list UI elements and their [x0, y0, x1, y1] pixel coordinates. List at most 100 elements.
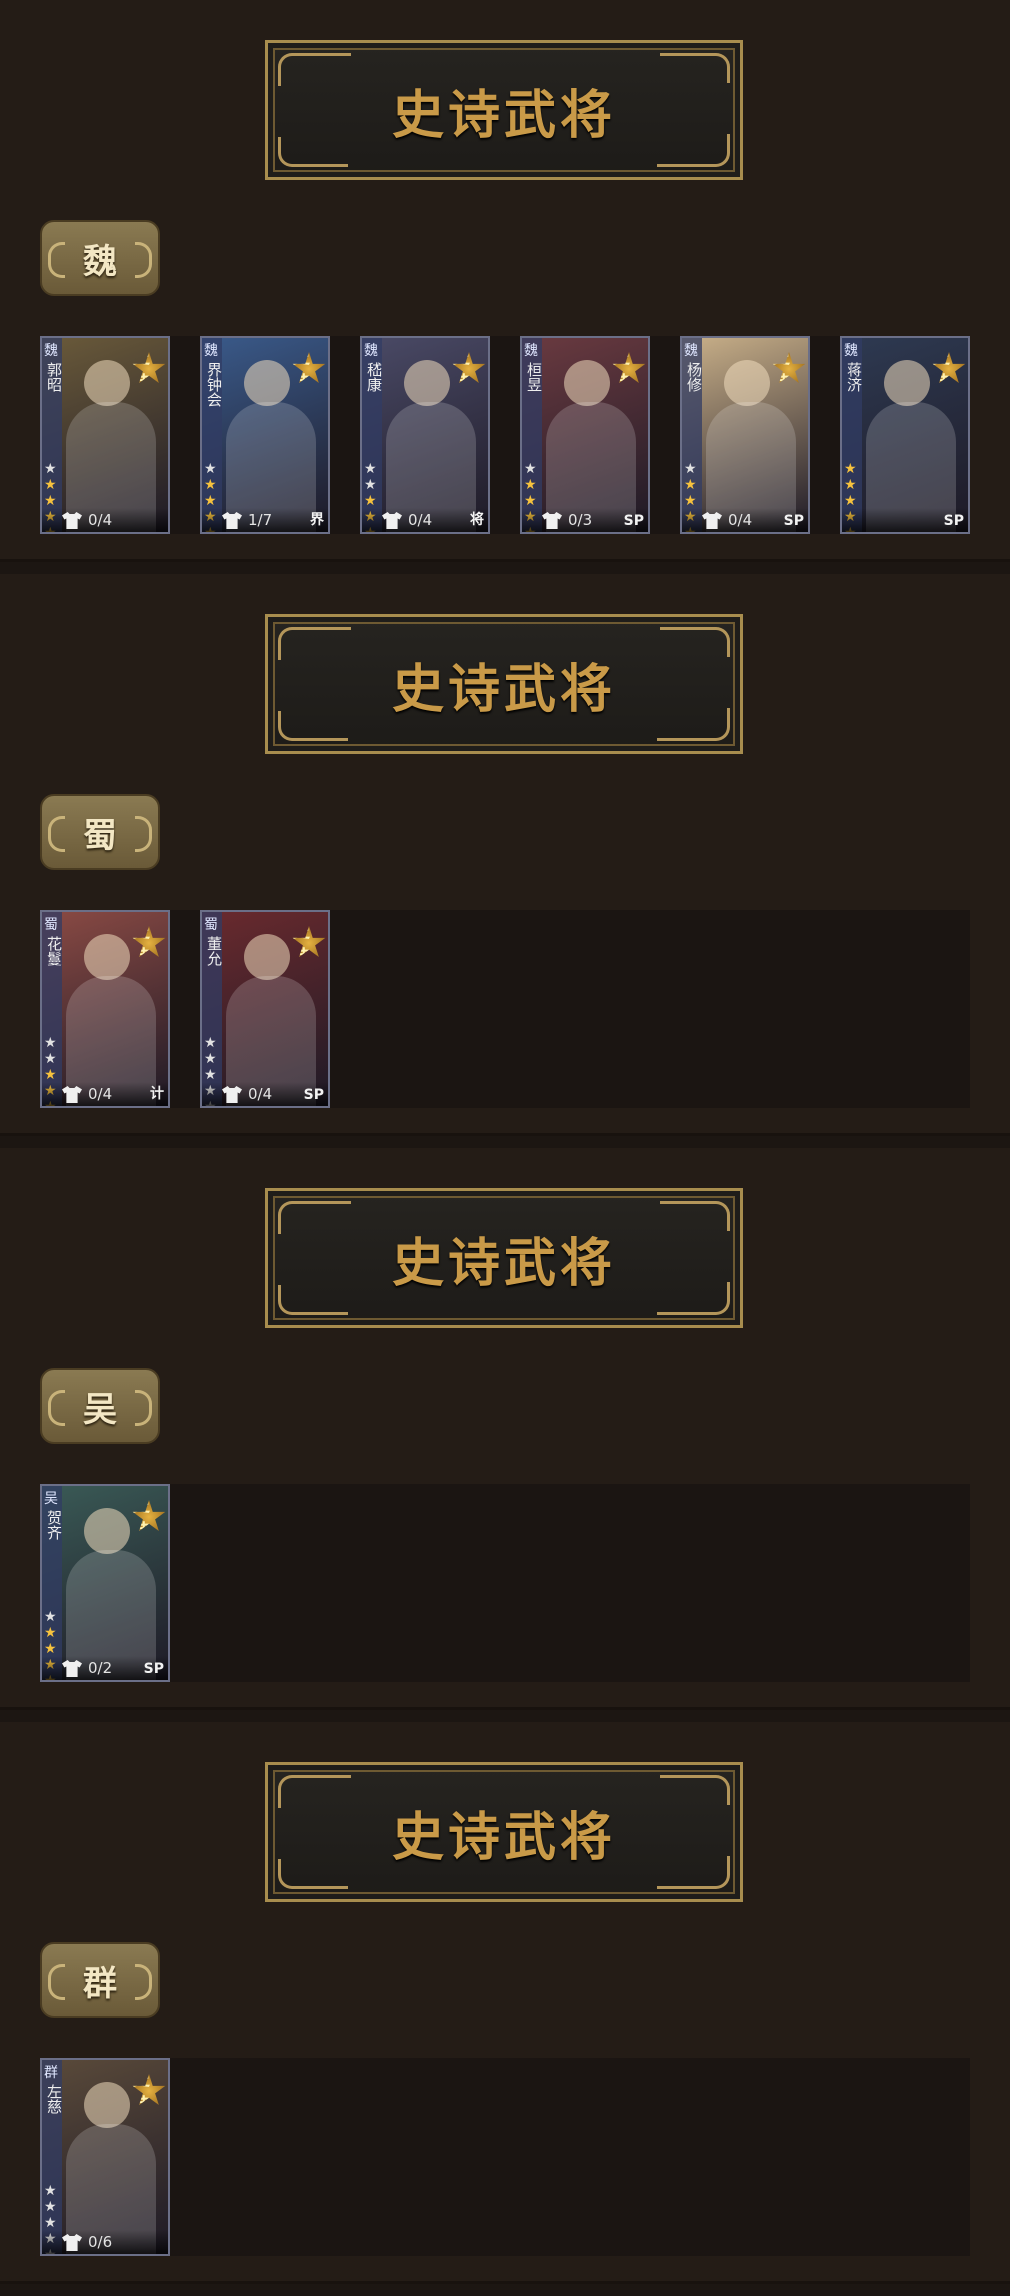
costume-count: 0/4: [88, 511, 113, 529]
star-filled-icon: ★: [684, 493, 697, 509]
general-version-tag: 计: [150, 1086, 164, 1102]
general-version-tag: 界: [310, 512, 324, 528]
star-filled-icon: ★: [44, 1641, 57, 1657]
section-banner: 史诗武将: [265, 40, 743, 180]
kingdom-tab[interactable]: 魏: [40, 220, 160, 296]
general-version-tag: SP: [943, 513, 964, 529]
general-name: 界钟会: [205, 362, 223, 407]
star-empty-icon: ★: [364, 477, 377, 493]
kingdom-section: 史诗武将魏魏郭昭史诗★★★★★0/4魏界钟会史诗★★★★★1/7界魏嵇康史诗★★…: [0, 0, 1010, 562]
costume-count: 0/4: [728, 511, 753, 529]
card-kingdom-label: 魏: [844, 343, 858, 359]
general-card[interactable]: 蜀董允史诗★★★★★0/4SP: [200, 910, 330, 1108]
costume-count: 0/4: [248, 1085, 273, 1103]
general-card-row: 魏郭昭史诗★★★★★0/4魏界钟会史诗★★★★★1/7界魏嵇康史诗★★★★★0/…: [40, 336, 970, 534]
costume-count: 0/2: [88, 1659, 113, 1677]
star-empty-icon: ★: [204, 1067, 217, 1083]
kingdom-tab[interactable]: 吴: [40, 1368, 160, 1444]
portrait-head: [84, 2082, 130, 2128]
portrait-head: [244, 360, 290, 406]
star-filled-icon: ★: [204, 493, 217, 509]
portrait-head: [84, 934, 130, 980]
kingdom-tab[interactable]: 群: [40, 1942, 160, 2018]
card-kingdom-label: 群: [44, 2065, 58, 2081]
star-empty-icon: ★: [524, 461, 537, 477]
costume-count: 0/4: [88, 1085, 113, 1103]
portrait-head: [884, 360, 930, 406]
general-name: 贺齐: [45, 1510, 63, 1540]
general-card[interactable]: 魏蒋济史诗★★★★★SP: [840, 336, 970, 534]
star-empty-icon: ★: [684, 461, 697, 477]
banner-title: 史诗武将: [391, 1807, 616, 1868]
general-name: 桓昱: [525, 362, 543, 392]
general-card-row: 吴贺齐史诗★★★★★0/2SP: [40, 1484, 970, 1682]
star-filled-icon: ★: [524, 477, 537, 493]
star-empty-icon: ★: [44, 2199, 57, 2215]
general-card[interactable]: 魏嵇康史诗★★★★★0/4将: [360, 336, 490, 534]
star-filled-icon: ★: [204, 477, 217, 493]
general-card[interactable]: 群左慈史诗★★★★★0/6: [40, 2058, 170, 2256]
portrait-head: [244, 934, 290, 980]
card-kingdom-label: 魏: [204, 343, 218, 359]
costume-count: 0/6: [88, 2233, 113, 2251]
general-version-tag: SP: [623, 513, 644, 529]
general-card[interactable]: 魏杨修史诗★★★★★0/4SP: [680, 336, 810, 534]
general-card[interactable]: 魏界钟会史诗★★★★★1/7界: [200, 336, 330, 534]
general-card[interactable]: 蜀花鬘史诗★★★★★0/4计: [40, 910, 170, 1108]
banner-title: 史诗武将: [391, 85, 616, 146]
star-empty-icon: ★: [44, 2215, 57, 2231]
general-name: 花鬘: [45, 936, 63, 966]
costume-count: 1/7: [248, 511, 273, 529]
general-name: 蒋济: [845, 362, 863, 392]
portrait-head: [84, 360, 130, 406]
kingdom-section: 史诗武将吴吴贺齐史诗★★★★★0/2SP: [0, 1148, 1010, 1710]
card-kingdom-label: 魏: [524, 343, 538, 359]
card-kingdom-label: 魏: [364, 343, 378, 359]
banner-title: 史诗武将: [391, 1233, 616, 1294]
general-card-row: 蜀花鬘史诗★★★★★0/4计蜀董允史诗★★★★★0/4SP: [40, 910, 970, 1108]
card-kingdom-label: 吴: [44, 1491, 58, 1507]
star-filled-icon: ★: [684, 477, 697, 493]
general-card[interactable]: 魏桓昱史诗★★★★★0/3SP: [520, 336, 650, 534]
general-name: 杨修: [685, 362, 703, 392]
section-banner: 史诗武将: [265, 1762, 743, 1902]
general-card[interactable]: 吴贺齐史诗★★★★★0/2SP: [40, 1484, 170, 1682]
general-version-tag: SP: [303, 1087, 324, 1103]
costume-count: 0/3: [568, 511, 593, 529]
portrait-head: [84, 1508, 130, 1554]
kingdom-section: 史诗武将群群左慈史诗★★★★★0/6: [0, 1722, 1010, 2284]
section-banner: 史诗武将: [265, 614, 743, 754]
star-filled-icon: ★: [844, 461, 857, 477]
star-filled-icon: ★: [844, 493, 857, 509]
banner-title: 史诗武将: [391, 659, 616, 720]
general-card-row: 群左慈史诗★★★★★0/6: [40, 2058, 970, 2256]
portrait-head: [724, 360, 770, 406]
card-kingdom-label: 魏: [684, 343, 698, 359]
general-card[interactable]: 魏郭昭史诗★★★★★0/4: [40, 336, 170, 534]
card-kingdom-label: 魏: [44, 343, 58, 359]
star-filled-icon: ★: [844, 477, 857, 493]
costume-count: 0/4: [408, 511, 433, 529]
general-name: 董允: [205, 936, 223, 966]
kingdom-section: 史诗武将蜀蜀花鬘史诗★★★★★0/4计蜀董允史诗★★★★★0/4SP: [0, 574, 1010, 1136]
star-filled-icon: ★: [44, 477, 57, 493]
general-version-tag: 将: [470, 512, 484, 528]
star-empty-icon: ★: [44, 1051, 57, 1067]
star-empty-icon: ★: [204, 1051, 217, 1067]
star-empty-icon: ★: [44, 2183, 57, 2199]
star-filled-icon: ★: [44, 493, 57, 509]
star-empty-icon: ★: [44, 1035, 57, 1051]
portrait-head: [564, 360, 610, 406]
star-filled-icon: ★: [44, 1625, 57, 1641]
section-banner: 史诗武将: [265, 1188, 743, 1328]
kingdom-tab[interactable]: 蜀: [40, 794, 160, 870]
general-name: 左慈: [45, 2084, 63, 2114]
general-name: 郭昭: [45, 362, 63, 392]
star-empty-icon: ★: [44, 1609, 57, 1625]
star-filled-icon: ★: [524, 493, 537, 509]
star-empty-icon: ★: [204, 461, 217, 477]
general-name: 嵇康: [365, 362, 383, 392]
star-filled-icon: ★: [364, 493, 377, 509]
general-version-tag: SP: [143, 1661, 164, 1677]
portrait-head: [404, 360, 450, 406]
